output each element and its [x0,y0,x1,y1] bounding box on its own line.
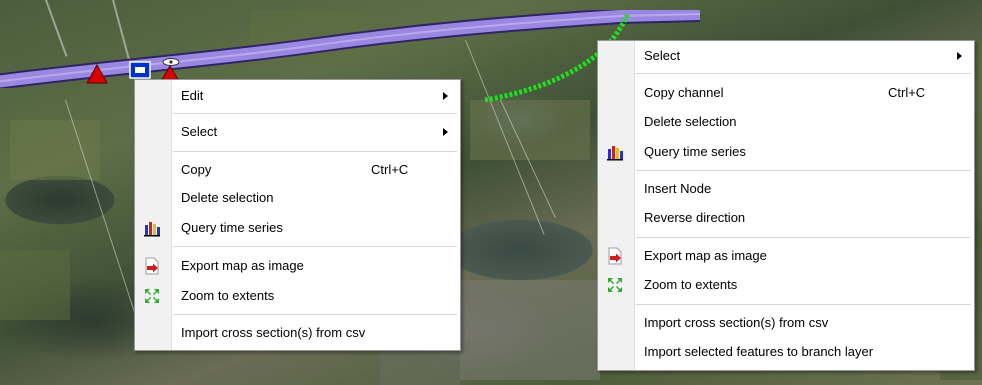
node-marker[interactable] [86,64,108,84]
menu-item-import-cross-sections[interactable]: Import cross section(s) from csv [598,311,974,335]
menu-separator [173,246,457,247]
menu-item-label: Import cross section(s) from csv [181,325,366,340]
menu-item-label: Zoom to extents [181,288,275,303]
menu-item-zoom-to-extents[interactable]: Zoom to extents [135,284,460,308]
menu-item-label: Zoom to extents [644,277,738,292]
menu-item-import-selected-features[interactable]: Import selected features to branch layer [598,340,974,364]
zoom-extents-icon [145,289,159,303]
menu-item-label: Export map as image [181,258,304,273]
menu-item-label: Select [181,124,218,139]
export-image-icon [608,247,622,265]
menu-separator [173,113,457,114]
menu-item-reverse-direction[interactable]: Reverse direction [598,206,974,230]
menu-item-export-map-as-image[interactable]: Export map as image [598,244,974,268]
submenu-arrow-icon [443,92,448,100]
menu-item-query-time-series[interactable]: Query time series [598,140,974,164]
bar-chart-icon [144,222,160,237]
menu-item-export-map-as-image[interactable]: Export map as image [135,254,460,278]
menu-item-label: Copy channel [644,85,724,100]
menu-item-label: Import cross section(s) from csv [644,315,829,330]
menu-item-label: Insert Node [644,181,712,196]
menu-item-label: Delete selection [181,190,274,205]
menu-item-select[interactable]: Select [598,44,974,68]
menu-item-label: Reverse direction [644,210,746,225]
menu-item-label: Query time series [644,144,746,159]
menu-item-insert-node[interactable]: Insert Node [598,177,974,201]
menu-item-query-time-series[interactable]: Query time series [135,216,460,240]
menu-item-label: Select [644,48,681,63]
context-menu-right: Select Copy channel Ctrl+C Delete select… [597,40,975,371]
map-field [460,280,600,380]
menu-item-edit[interactable]: Edit [135,84,460,108]
menu-item-label: Import selected features to branch layer [644,344,874,359]
export-image-icon [145,257,159,275]
menu-item-import-cross-sections[interactable]: Import cross section(s) from csv [135,321,460,345]
zoom-extents-icon [608,278,622,292]
menu-item-shortcut: Ctrl+C [371,162,409,177]
menu-item-copy[interactable]: Copy Ctrl+C [135,158,460,182]
submenu-arrow-icon [957,52,962,60]
menu-item-label: Copy [181,162,212,177]
menu-item-label: Query time series [181,220,283,235]
menu-separator [636,170,971,171]
context-menu-left: Edit Select Copy Ctrl+C Delete selection… [134,79,461,351]
menu-item-shortcut: Ctrl+C [888,85,926,100]
map-field [10,120,100,180]
menu-item-label: Edit [181,88,204,103]
map-field [0,250,70,320]
menu-item-copy-channel[interactable]: Copy channel Ctrl+C [598,81,974,105]
menu-separator [636,237,971,238]
menu-item-select[interactable]: Select [135,120,460,144]
menu-item-label: Export map as image [644,248,767,263]
menu-separator [173,151,457,152]
bar-chart-icon [607,146,623,161]
menu-separator [173,314,457,315]
menu-item-label: Delete selection [644,114,737,129]
menu-item-delete-selection[interactable]: Delete selection [135,186,460,210]
cross-section-line [65,99,141,329]
submenu-arrow-icon [443,128,448,136]
menu-separator [636,73,971,74]
menu-separator [636,304,971,305]
menu-item-delete-selection[interactable]: Delete selection [598,110,974,134]
menu-item-zoom-to-extents[interactable]: Zoom to extents [598,273,974,297]
